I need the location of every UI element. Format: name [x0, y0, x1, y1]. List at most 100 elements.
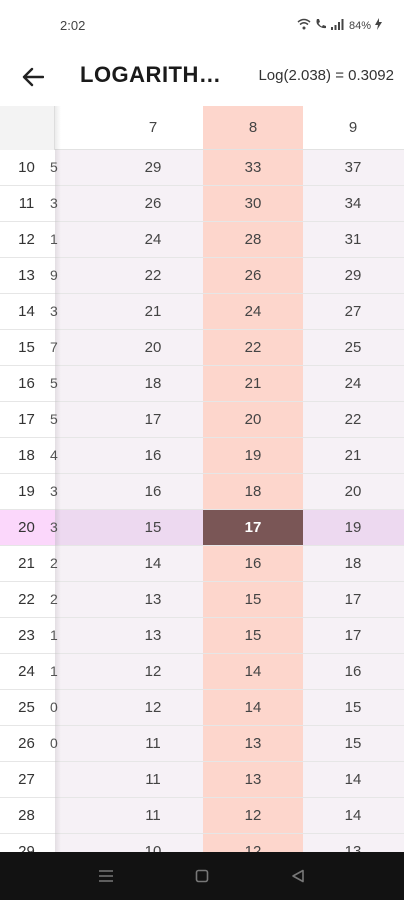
table-cell[interactable]: 16 — [103, 438, 203, 473]
table-cell[interactable]: 14 — [203, 654, 303, 689]
home-button[interactable] — [190, 864, 214, 888]
table-cell[interactable]: 11 — [103, 726, 203, 761]
table-cell[interactable]: 21 — [103, 294, 203, 329]
table-cell[interactable]: 13 — [203, 762, 303, 797]
column-header[interactable]: 8 — [203, 119, 303, 136]
row-header[interactable]: 14 — [0, 294, 55, 329]
status-icons: 84% — [297, 18, 382, 33]
table-cell[interactable]: 17 — [103, 402, 203, 437]
table-cell[interactable]: 19 — [203, 438, 303, 473]
wifi-icon — [297, 18, 311, 33]
system-back-button[interactable] — [286, 864, 310, 888]
table-cell[interactable]: 19 — [303, 510, 403, 545]
table-cell[interactable]: 15 — [303, 690, 403, 725]
table-cell[interactable]: 13 — [203, 726, 303, 761]
table-cell[interactable]: 11 — [103, 798, 203, 833]
table-cell[interactable]: 16 — [203, 546, 303, 581]
table-cell[interactable]: 20 — [203, 402, 303, 437]
table-cell[interactable]: 18 — [203, 474, 303, 509]
table-cell[interactable]: 34 — [303, 186, 403, 221]
row-header[interactable]: 10 — [0, 150, 55, 185]
table-cell[interactable]: 22 — [103, 258, 203, 293]
row-header[interactable]: 13 — [0, 258, 55, 293]
row-header[interactable]: 12 — [0, 222, 55, 257]
table-cell[interactable]: 13 — [303, 834, 403, 852]
table-cell[interactable]: 14 — [303, 798, 403, 833]
table-cell[interactable]: 12 — [103, 654, 203, 689]
square-icon — [195, 869, 209, 883]
table-cell[interactable]: 25 — [303, 330, 403, 365]
table-cell[interactable]: 28 — [203, 222, 303, 257]
table-cell[interactable]: 20 — [103, 330, 203, 365]
table-cell[interactable]: 24 — [103, 222, 203, 257]
table-cell[interactable]: 12 — [203, 834, 303, 852]
row-header[interactable]: 22 — [0, 582, 55, 617]
table-cell[interactable]: 12 — [203, 798, 303, 833]
row-header[interactable]: 21 — [0, 546, 55, 581]
table-cell[interactable]: 22 — [203, 330, 303, 365]
status-time: 2:02 — [60, 18, 86, 33]
row-header[interactable]: 17 — [0, 402, 55, 437]
table-cell[interactable]: 27 — [303, 294, 403, 329]
table-cell[interactable]: 21 — [203, 366, 303, 401]
column-header[interactable]: 9 — [303, 119, 403, 136]
table-cell[interactable]: 14 — [103, 546, 203, 581]
table-cell[interactable]: 21 — [303, 438, 403, 473]
arrow-back-icon — [22, 67, 44, 87]
row-header[interactable]: 16 — [0, 366, 55, 401]
table-cell[interactable]: 24 — [203, 294, 303, 329]
row-header[interactable]: 27 — [0, 762, 55, 797]
row-header[interactable]: 15 — [0, 330, 55, 365]
table-cell[interactable]: 24 — [303, 366, 403, 401]
table-cell[interactable]: 13 — [103, 582, 203, 617]
row-header[interactable]: 19 — [0, 474, 55, 509]
table-cell[interactable]: 16 — [303, 654, 403, 689]
row-header[interactable]: 26 — [0, 726, 55, 761]
row-header[interactable]: 11 — [0, 186, 55, 221]
status-bar: 2:02 84% — [0, 0, 404, 52]
row-header[interactable]: 29 — [0, 834, 55, 852]
table-cell[interactable]: 29 — [103, 150, 203, 185]
table-cell[interactable]: 17 — [203, 510, 303, 545]
row-header[interactable]: 20 — [0, 510, 55, 545]
table-cell[interactable]: 29 — [303, 258, 403, 293]
table-cell[interactable]: 33 — [203, 150, 303, 185]
table-cell[interactable]: 18 — [103, 366, 203, 401]
table-cell[interactable]: 20 — [303, 474, 403, 509]
table-cell[interactable]: 30 — [203, 186, 303, 221]
table-cell[interactable]: 11 — [103, 762, 203, 797]
table-cell[interactable]: 15 — [203, 582, 303, 617]
app-bar: LOGARITH… Log(2.038) = 0.3092 — [0, 52, 404, 102]
table-cell[interactable]: 14 — [303, 762, 403, 797]
header-corner — [0, 106, 55, 150]
table-cell[interactable]: 26 — [103, 186, 203, 221]
table-cell[interactable]: 17 — [303, 582, 403, 617]
table-cell[interactable]: 15 — [103, 510, 203, 545]
table-cell[interactable]: 22 — [303, 402, 403, 437]
page-title: LOGARITH… — [80, 62, 222, 87]
frozen-column-shadow — [55, 106, 61, 852]
table-cell[interactable]: 12 — [103, 690, 203, 725]
table-cell[interactable]: 17 — [303, 618, 403, 653]
column-header[interactable]: 7 — [103, 119, 203, 136]
row-header[interactable]: 28 — [0, 798, 55, 833]
table-cell[interactable]: 15 — [303, 726, 403, 761]
back-button[interactable] — [14, 58, 52, 96]
table-cell[interactable]: 31 — [303, 222, 403, 257]
row-header[interactable]: 23 — [0, 618, 55, 653]
row-header[interactable]: 24 — [0, 654, 55, 689]
table-cell[interactable]: 16 — [103, 474, 203, 509]
row-header[interactable]: 18 — [0, 438, 55, 473]
table-cell[interactable]: 26 — [203, 258, 303, 293]
log-readout: Log(2.038) = 0.3092 — [258, 67, 394, 84]
recent-apps-button[interactable] — [94, 864, 118, 888]
table-cell[interactable]: 14 — [203, 690, 303, 725]
log-table[interactable]: 7 8 9 29 33 37 10 5 26 30 34 11 3 24 28 31 12 1 22 26 29 1… — [0, 106, 404, 852]
table-cell[interactable]: 13 — [103, 618, 203, 653]
table-cell[interactable]: 18 — [303, 546, 403, 581]
table-cell[interactable]: 15 — [203, 618, 303, 653]
table-cell[interactable]: 10 — [103, 834, 203, 852]
row-header[interactable]: 25 — [0, 690, 55, 725]
table-cell[interactable]: 37 — [303, 150, 403, 185]
signal-icon — [330, 18, 345, 33]
